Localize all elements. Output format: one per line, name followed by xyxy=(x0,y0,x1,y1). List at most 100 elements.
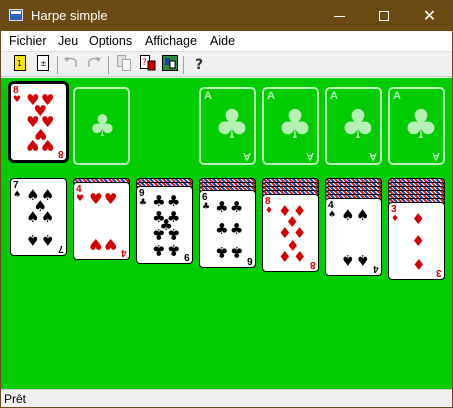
redo-button[interactable] xyxy=(84,55,104,75)
club-icon: ♣ xyxy=(89,109,116,144)
copy-icon xyxy=(117,55,131,71)
card-suit-index: ♦ xyxy=(391,214,400,224)
foundation-pile[interactable]: A A ♣ xyxy=(388,87,445,165)
card-suit-index: ♣ xyxy=(139,198,148,208)
undo-button[interactable] xyxy=(61,55,81,75)
svg-text:1: 1 xyxy=(17,59,22,68)
toolbar-separator xyxy=(57,56,58,74)
foundation-pile[interactable]: A A ♣ xyxy=(199,87,256,165)
menu-affichage[interactable]: Affichage xyxy=(145,34,197,48)
card-pip: ♣ xyxy=(152,240,166,259)
card-pip: ♥ xyxy=(40,136,55,155)
status-text: Prêt xyxy=(4,392,27,406)
card-suit-index: ♣ xyxy=(202,202,211,212)
card-pip: ♣ xyxy=(215,197,229,216)
help-button[interactable]: ? xyxy=(189,55,209,75)
app-icon[interactable] xyxy=(9,9,23,21)
copy-button[interactable] xyxy=(114,55,134,75)
card-pip: ♣ xyxy=(229,197,244,216)
game-felt[interactable]: ♣ 8 ♥ 8 ♥ ♥ ♥ ♥ ♥ ♥ ♥ ♥ A A ♣ A A ♣ A A ♣ A A ♣ 7 ♠ 7 ♠ ♠ ♠ ♠ ♠ ♠ ♠ 4 ♥ 4 ♥ ♥ ♥… xyxy=(1,78,452,389)
menu-fichier[interactable]: Fichier xyxy=(9,34,47,48)
tableau-card[interactable]: 9 ♣ 9 ♣ ♣ ♣ ♣ ♣ ♣ ♣ ♣ ♣ xyxy=(136,186,193,264)
card-rank: 6 xyxy=(247,255,253,266)
card-pip: ♦ xyxy=(411,209,425,228)
tableau-card[interactable]: 4 ♠ 4 ♠ ♠ ♠ ♠ xyxy=(325,198,382,276)
card-pip: ♥ xyxy=(26,136,40,155)
card-pip: ♠ xyxy=(341,251,355,270)
solitaire-window: Harpe simple ✕ Fichier Jeu Options Affic… xyxy=(0,0,453,408)
minimize-button[interactable] xyxy=(317,1,362,31)
status-bar: Prêt xyxy=(1,389,452,407)
card-rank: 8 xyxy=(58,148,64,159)
maximize-button[interactable] xyxy=(362,1,407,31)
tableau-card[interactable]: 6 ♣ 6 ♣ ♣ ♣ ♣ ♣ ♣ xyxy=(199,190,256,268)
toolbar: 1 ± ? ? xyxy=(1,51,452,77)
card-pip: ♥ xyxy=(103,189,118,208)
menu-aide[interactable]: Aide xyxy=(210,34,235,48)
foundation-rank: A xyxy=(243,150,251,162)
card-suit-index: ♥ xyxy=(76,194,85,204)
menu-bar: Fichier Jeu Options Affichage Aide xyxy=(1,31,452,51)
card-suit-index: ♠ xyxy=(13,190,22,200)
foundation-rank: A xyxy=(369,150,377,162)
card-pip: ♠ xyxy=(341,205,355,224)
waste-card[interactable]: 8 ♥ 8 ♥ ♥ ♥ ♥ ♥ ♥ ♥ ♥ xyxy=(8,81,69,163)
card-pip: ♦ xyxy=(278,247,292,266)
card-pip: ♣ xyxy=(229,220,244,238)
select-deck-button[interactable]: ? xyxy=(138,55,158,75)
card-pip: ♥ xyxy=(103,235,118,254)
toolbar-separator xyxy=(108,56,109,74)
foundation-rank: A xyxy=(267,90,275,102)
card-rank: 4 xyxy=(373,263,379,274)
help-icon: ? xyxy=(194,57,204,73)
close-button[interactable]: ✕ xyxy=(407,1,452,31)
close-icon: ✕ xyxy=(422,6,437,25)
foundation-pile[interactable]: A A ♣ xyxy=(325,87,382,165)
deal-button[interactable]: ± xyxy=(33,55,53,75)
card-suit-index: ♦ xyxy=(265,206,274,216)
card-pip: ♣ xyxy=(166,225,181,244)
menu-jeu[interactable]: Jeu xyxy=(58,34,78,48)
foundation-rank: A xyxy=(330,90,338,102)
menu-options[interactable]: Options xyxy=(89,34,132,48)
toolbar-separator xyxy=(183,56,184,74)
svg-text:?: ? xyxy=(142,58,147,68)
tableau-card[interactable]: 7 ♠ 7 ♠ ♠ ♠ ♠ ♠ ♠ ♠ xyxy=(10,178,67,256)
tableau-card[interactable]: 3 ♦ 3 ♦ ♦ ♦ xyxy=(388,202,445,280)
new-game-icon: 1 xyxy=(14,55,26,71)
card-pip: ♦ xyxy=(292,247,307,266)
card-rank: 4 xyxy=(121,247,127,258)
card-pip: ♠ xyxy=(26,208,40,226)
foundation-rank: A xyxy=(393,90,401,102)
maximize-icon xyxy=(379,11,389,21)
club-icon: ♣ xyxy=(403,102,439,148)
card-pip: ♠ xyxy=(40,231,55,250)
foundation-pile[interactable]: A A ♣ xyxy=(262,87,319,165)
new-game-button[interactable]: 1 xyxy=(10,55,30,75)
card-pip: ♣ xyxy=(166,240,181,259)
statistics-button[interactable] xyxy=(160,55,180,75)
card-pip: ♣ xyxy=(152,192,166,211)
card-suit-index: ♠ xyxy=(328,210,337,220)
card-pip: ♦ xyxy=(411,255,425,274)
card-pip: ♥ xyxy=(89,189,103,208)
card-pip: ♣ xyxy=(215,243,229,262)
stock-pile[interactable]: ♣ xyxy=(73,87,130,165)
card-pip: ♣ xyxy=(215,220,229,238)
card-rank: 7 xyxy=(58,243,64,254)
card-pip: ♥ xyxy=(89,235,103,254)
card-pip: ♣ xyxy=(152,225,166,244)
redo-icon xyxy=(88,57,101,67)
club-icon: ♣ xyxy=(214,102,250,148)
undo-icon xyxy=(64,57,77,67)
club-icon: ♣ xyxy=(277,102,313,148)
title-bar[interactable]: Harpe simple ✕ xyxy=(1,1,452,31)
tableau-card[interactable]: 8 ♦ 8 ♦ ♦ ♦ ♦ ♦ ♦ ♦ ♦ xyxy=(262,194,319,272)
card-rank: 8 xyxy=(310,259,316,270)
card-pip: ♠ xyxy=(26,231,40,250)
minimize-icon xyxy=(334,16,345,17)
tableau-card[interactable]: 4 ♥ 4 ♥ ♥ ♥ ♥ xyxy=(73,182,130,260)
card-pip: ♠ xyxy=(40,208,55,226)
card-pip: ♦ xyxy=(411,232,425,250)
card-rank: 3 xyxy=(436,267,442,278)
